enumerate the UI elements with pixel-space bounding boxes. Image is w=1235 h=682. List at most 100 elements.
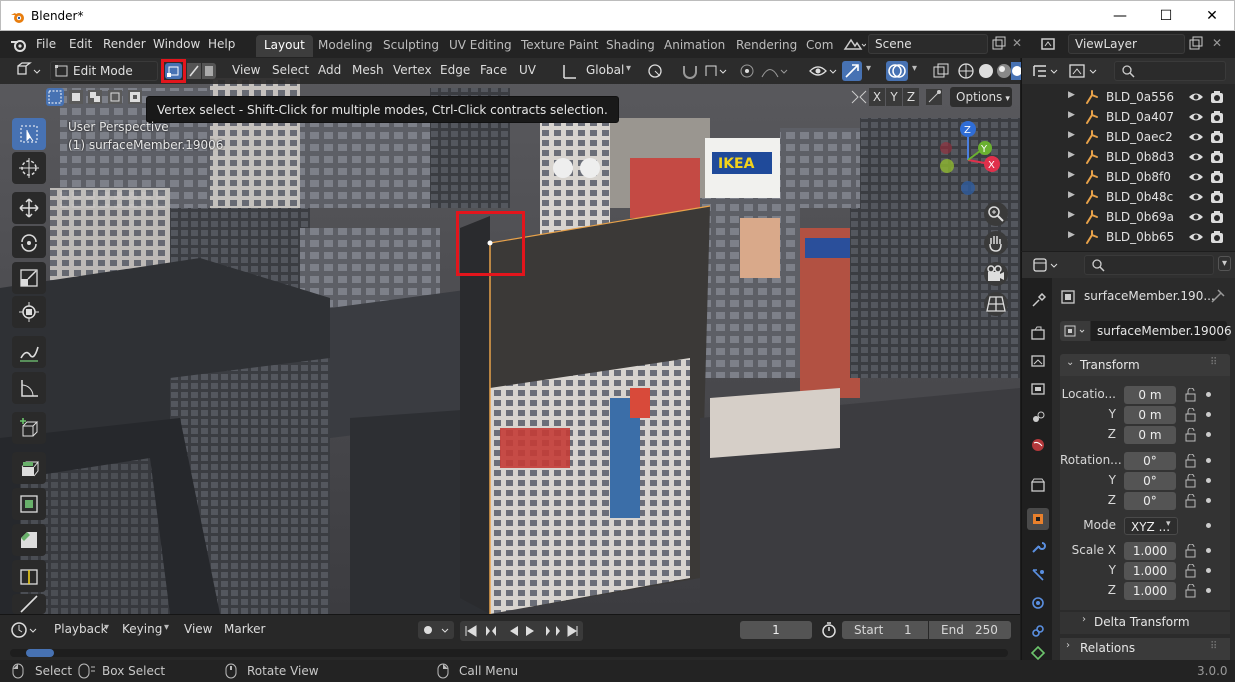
tab-collection[interactable] [1027, 474, 1049, 496]
tool-rotate[interactable] [12, 226, 46, 258]
menu-edit[interactable]: Edit [69, 37, 92, 51]
delete-view-layer-icon[interactable]: ✕ [1212, 36, 1222, 50]
eye-icon[interactable] [1188, 130, 1204, 144]
expand-arrow-icon[interactable]: ▶ [1068, 230, 1075, 240]
tab-texture-paint[interactable]: Texture Paint [513, 35, 606, 57]
tab-uv-editing[interactable]: UV Editing [441, 35, 520, 57]
properties-search-input[interactable] [1084, 255, 1214, 275]
menu-add[interactable]: Add [318, 63, 341, 77]
snap-icon[interactable] [680, 62, 700, 80]
camera-render-icon[interactable] [1210, 170, 1224, 184]
outliner-search-input[interactable] [1114, 61, 1226, 81]
pin-icon[interactable] [1210, 288, 1226, 304]
camera-render-icon[interactable] [1210, 110, 1224, 124]
zoom-button[interactable] [984, 202, 1008, 226]
location-z-field[interactable]: 0 m [1124, 426, 1176, 444]
lock-icon[interactable] [1184, 453, 1198, 468]
expand-arrow-icon[interactable]: ▶ [1068, 130, 1075, 140]
eye-icon[interactable] [1188, 110, 1204, 124]
rotation-x-field[interactable]: 0° [1124, 452, 1176, 470]
timeline-editor-icon[interactable] [10, 621, 40, 639]
location-y-field[interactable]: 0 m [1124, 406, 1176, 424]
menu-face[interactable]: Face [480, 63, 507, 77]
snap-target-icon[interactable] [703, 62, 727, 80]
menu-marker[interactable]: Marker [224, 622, 265, 636]
tool-move[interactable] [12, 192, 46, 224]
tab-particles[interactable] [1027, 564, 1049, 586]
object-name-field[interactable]: surfaceMember.19006 [1091, 321, 1232, 341]
tool-inset[interactable] [12, 488, 46, 520]
tool-loop-cut[interactable] [12, 560, 46, 592]
tab-object[interactable] [1027, 508, 1049, 530]
tab-view-layer[interactable] [1027, 378, 1049, 400]
eye-icon[interactable] [1188, 210, 1204, 224]
menu-window[interactable]: Window [153, 37, 200, 51]
tool-scale[interactable] [12, 262, 46, 294]
tab-data[interactable] [1027, 646, 1049, 660]
keyframe-dot-icon[interactable] [1206, 498, 1211, 503]
editor-type-icon[interactable] [14, 62, 42, 80]
gizmo-toggle-button[interactable] [842, 61, 862, 81]
scene-selector-icon[interactable] [842, 36, 866, 54]
options-dropdown[interactable]: Options ▾ [950, 87, 1012, 107]
visibility-icon[interactable] [808, 62, 838, 80]
tab-modifiers[interactable] [1027, 536, 1049, 558]
end-frame-field[interactable]: End 250 [929, 621, 1011, 639]
eye-icon[interactable] [1188, 150, 1204, 164]
drag-handle-icon[interactable]: ⠿ [1210, 357, 1217, 368]
scene-name-field[interactable]: Scene [868, 34, 988, 54]
gizmo-dropdown-icon[interactable]: ▾ [866, 63, 871, 74]
new-view-layer-icon[interactable] [1188, 36, 1204, 52]
mirror-y-button[interactable]: Y [886, 88, 902, 106]
rotation-z-field[interactable]: 0° [1124, 492, 1176, 510]
close-button[interactable]: ✕ [1189, 1, 1235, 31]
menu-render[interactable]: Render [103, 37, 146, 51]
menu-mesh[interactable]: Mesh [352, 63, 384, 77]
keyframe-dot-icon[interactable] [1206, 523, 1211, 528]
camera-render-icon[interactable] [1210, 150, 1224, 164]
current-frame-field[interactable]: 1 [740, 621, 812, 639]
pivot-point-icon[interactable] [647, 62, 669, 80]
keyframe-dot-icon[interactable] [1206, 588, 1211, 593]
tool-cursor[interactable] [12, 152, 46, 184]
keyframe-dot-icon[interactable] [1206, 568, 1211, 573]
new-scene-icon[interactable] [991, 36, 1007, 52]
lock-icon[interactable] [1184, 543, 1198, 558]
menu-vertex[interactable]: Vertex [393, 63, 432, 77]
tab-rendering[interactable]: Rendering [728, 35, 805, 57]
properties-options-icon[interactable]: ▾ [1218, 256, 1232, 271]
lock-icon[interactable] [1184, 427, 1198, 442]
perspective-toggle-button[interactable] [984, 292, 1008, 316]
tab-shading[interactable]: Shading [598, 35, 663, 57]
outliner-item[interactable]: ▶ BLD_0b48c [1022, 187, 1223, 207]
lock-icon[interactable] [1184, 563, 1198, 578]
eye-icon[interactable] [1188, 90, 1204, 104]
expand-arrow-icon[interactable]: ▶ [1068, 210, 1075, 220]
transform-panel-header[interactable]: ⌄ Transform ⠿ [1060, 354, 1230, 376]
relations-drag-handle-icon[interactable]: ⠿ [1210, 641, 1217, 652]
tool-extrude[interactable] [12, 452, 46, 484]
view-layer-field[interactable]: ViewLayer [1068, 34, 1185, 54]
menu-edge[interactable]: Edge [440, 63, 470, 77]
outliner-item[interactable]: ▶ BLD_0b8f0 [1022, 167, 1224, 187]
camera-view-button[interactable] [984, 262, 1008, 286]
auto-merge-icon[interactable] [925, 88, 943, 106]
relations-panel-header[interactable]: › Relations ⠿ [1060, 638, 1230, 660]
location-x-field[interactable]: 0 m [1124, 386, 1176, 404]
lock-icon[interactable] [1184, 473, 1198, 488]
delete-scene-icon[interactable]: ✕ [1012, 36, 1022, 50]
tool-bevel[interactable] [12, 524, 46, 556]
rotation-y-field[interactable]: 0° [1124, 472, 1176, 490]
minimize-button[interactable]: — [1097, 1, 1143, 31]
proportional-edit-icon[interactable] [738, 62, 758, 80]
tool-select-box[interactable] [12, 118, 46, 150]
tool-add-cube[interactable] [12, 412, 46, 444]
menu-uv[interactable]: UV [519, 63, 536, 77]
properties-editor-icon[interactable] [1032, 257, 1062, 273]
keyframe-dot-icon[interactable] [1206, 478, 1211, 483]
select-mode-icons[interactable] [68, 89, 148, 105]
tab-sculpting[interactable]: Sculpting [375, 35, 447, 57]
timeline-menu-view[interactable]: View [184, 622, 212, 636]
blender-menu-icon[interactable] [10, 37, 28, 53]
tool-measure[interactable] [12, 372, 46, 404]
